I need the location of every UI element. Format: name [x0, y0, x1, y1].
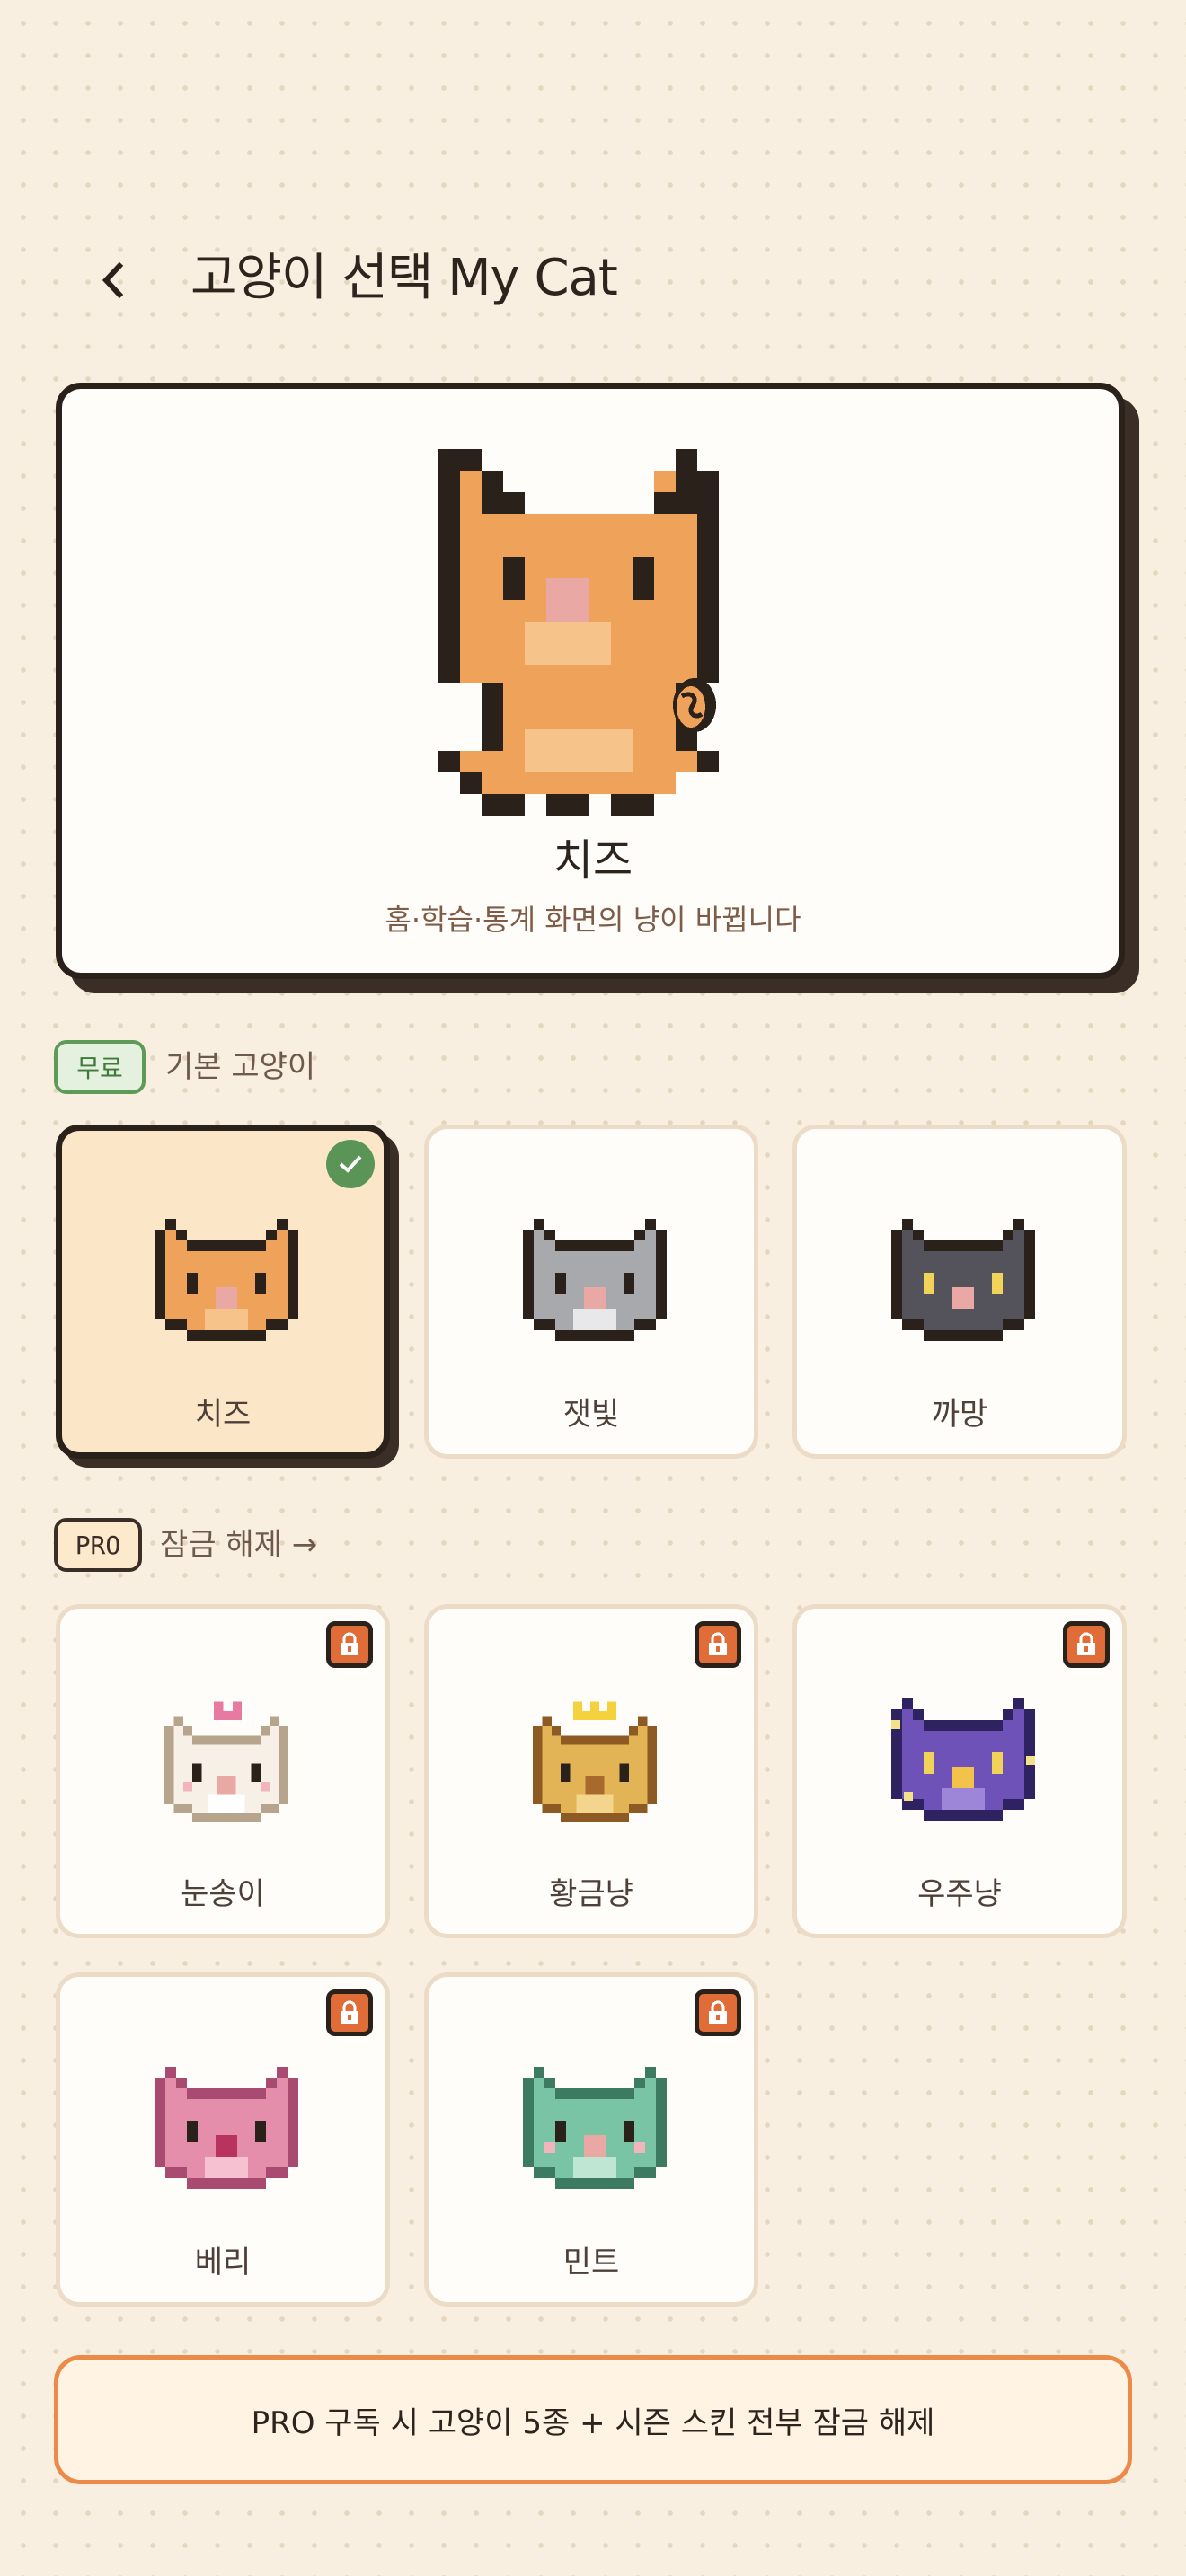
preview-subtitle: 홈·학습·통계 화면의 냥이 바뀝니다: [385, 903, 801, 937]
cat-card-label: 까망: [931, 1397, 988, 1433]
cat-card-golden[interactable]: 황금냥: [424, 1604, 758, 1938]
cat-card-label: 잿빛: [562, 1397, 620, 1433]
lock-icon: [695, 1989, 741, 2036]
cat-icon-cheese: [155, 1219, 298, 1341]
free-section-label: 기본 고양이: [165, 1049, 316, 1085]
free-badge: 무료: [54, 1040, 146, 1094]
lock-icon: [695, 1621, 741, 1668]
pro-badge: PRO: [54, 1518, 142, 1572]
cat-icon-black: [891, 1219, 1035, 1341]
cat-icon-cosmic: [891, 1698, 1035, 1821]
cat-card-cosmic[interactable]: 우주냥: [792, 1604, 1127, 1938]
cat-card-label: 민트: [562, 2245, 620, 2280]
cat-card-berry[interactable]: 베리: [56, 1972, 390, 2307]
cat-icon-golden: [533, 1701, 657, 1822]
lock-icon: [326, 1989, 373, 2036]
cat-preview-image: [438, 449, 719, 816]
cat-card-black[interactable]: 까망: [792, 1125, 1127, 1459]
lock-icon: [326, 1621, 373, 1668]
cat-icon-gray: [523, 1219, 667, 1341]
cat-card-mint[interactable]: 민트: [424, 1972, 758, 2307]
cat-card-cheese[interactable]: 치즈: [56, 1125, 390, 1459]
cat-card-label: 치즈: [194, 1397, 252, 1433]
cat-card-label: 우주냥: [917, 1876, 1002, 1912]
cat-icon-snowflake: [164, 1701, 288, 1822]
selected-check-icon: [326, 1140, 375, 1188]
cat-card-snowflake[interactable]: 눈송이: [56, 1604, 390, 1938]
pro-banner-text: PRO 구독 시 고양이 5종 + 시즌 스킨 전부 잠금 해제: [251, 2404, 935, 2441]
page-title: 고양이 선택 My Cat: [190, 249, 618, 307]
cat-card-label: 베리: [194, 2245, 252, 2280]
pro-unlock-link[interactable]: 잠금 해제 →: [160, 1523, 317, 1566]
cat-card-label: 눈송이: [181, 1876, 265, 1912]
back-button[interactable]: [90, 253, 135, 307]
lock-icon: [1063, 1621, 1110, 1668]
cat-card-label: 황금냥: [549, 1876, 633, 1912]
chevron-left-icon: [102, 261, 124, 299]
cat-icon-berry: [155, 2067, 298, 2189]
cat-icon-mint: [523, 2067, 667, 2189]
pro-subscribe-banner[interactable]: PRO 구독 시 고양이 5종 + 시즌 스킨 전부 잠금 해제: [54, 2355, 1132, 2484]
selected-cat-name: 치즈: [553, 835, 633, 886]
cat-card-gray[interactable]: 잿빛: [424, 1125, 758, 1459]
